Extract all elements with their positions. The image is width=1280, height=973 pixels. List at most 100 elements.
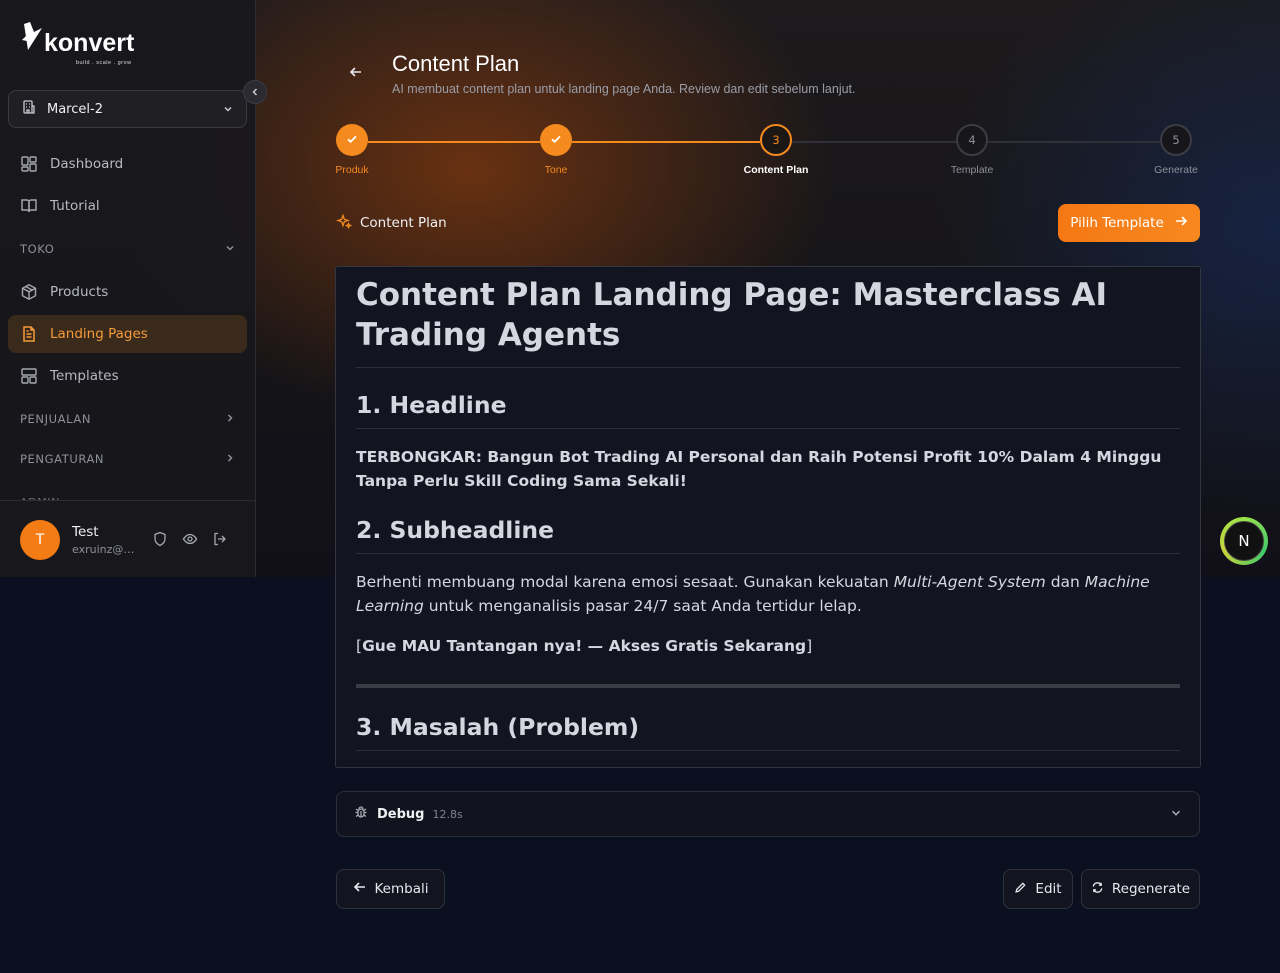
sidebar-item-tutorial[interactable]: Tutorial: [8, 187, 247, 225]
edit-button[interactable]: Edit: [1003, 869, 1073, 909]
assistant-initial: N: [1224, 521, 1264, 561]
sparkles-icon: [336, 213, 353, 233]
avatar[interactable]: T: [20, 520, 60, 560]
chevron-right-icon: [224, 412, 236, 427]
workspace-name: Marcel-2: [47, 101, 103, 117]
shield-icon[interactable]: [152, 531, 168, 547]
section-label: TOKO: [20, 242, 55, 256]
regenerate-button[interactable]: Regenerate: [1081, 869, 1200, 909]
templates-icon: [20, 367, 38, 385]
sidebar-item-label: Dashboard: [50, 156, 124, 172]
logout-icon[interactable]: [212, 531, 228, 547]
arrow-left-icon: [348, 64, 364, 84]
section-title: Content Plan: [360, 215, 447, 231]
sub-em-1: Multi-Agent System: [893, 573, 1046, 591]
check-icon: [549, 132, 563, 149]
logo-mark-icon: [22, 22, 42, 50]
debug-label: Debug: [377, 806, 425, 822]
sidebar-item-label: Landing Pages: [50, 326, 148, 342]
step-1-circle[interactable]: [336, 124, 368, 156]
logo-tagline: build . scale . grow: [76, 60, 132, 66]
pilih-template-button[interactable]: Pilih Template: [1058, 204, 1200, 242]
page-title: Content Plan: [392, 51, 520, 76]
arrow-left-icon: [353, 880, 367, 898]
floating-assistant-button[interactable]: N: [1220, 517, 1268, 565]
button-label: Kembali: [374, 881, 429, 897]
step-4-circle[interactable]: 4: [956, 124, 988, 156]
step-connector: [988, 141, 1160, 143]
sidebar-item-label: Products: [50, 284, 109, 300]
step-1-label: Produk: [335, 164, 369, 176]
button-label: Pilih Template: [1070, 215, 1164, 231]
section-label: PENJUALAN: [20, 412, 92, 426]
sidebar-section-penjualan[interactable]: PENJUALAN: [20, 409, 236, 429]
user-email: exruinz@gmail.com: [72, 543, 138, 556]
logo-text: konvert: [44, 29, 135, 57]
cta-strong: Gue MAU Tantangan nya! — Akses Gratis Se…: [362, 637, 807, 655]
arrow-right-icon: [1174, 214, 1188, 232]
workspace-selector[interactable]: Marcel-2: [8, 90, 247, 128]
step-connector: [792, 141, 956, 143]
building-icon: [21, 99, 37, 119]
sidebar-item-label: Templates: [50, 368, 119, 384]
chevron-down-icon: [1169, 805, 1183, 824]
cta-text: [Gue MAU Tantangan nya! — Akses Gratis S…: [356, 634, 1180, 658]
user-panel: T Test exruinz@gmail.com: [0, 500, 255, 577]
chevron-right-icon: [224, 452, 236, 467]
subheadline-heading: 2. Subheadline: [356, 515, 1180, 554]
problem-heading: 3. Masalah (Problem): [356, 712, 1180, 751]
back-arrow-button[interactable]: [346, 64, 366, 84]
subheadline-text: Berhenti membuang modal karena emosi ses…: [356, 570, 1180, 618]
book-icon: [20, 197, 38, 215]
brand-logo[interactable]: konvert build . scale . grow: [20, 20, 135, 66]
dashboard-icon: [20, 155, 38, 173]
content-plan-document[interactable]: Content Plan Landing Page: Masterclass A…: [335, 266, 1201, 768]
step-3-circle[interactable]: 3: [760, 124, 792, 156]
step-2-label: Tone: [544, 164, 568, 176]
step-2-circle[interactable]: [540, 124, 572, 156]
document-title: Content Plan Landing Page: Masterclass A…: [356, 275, 1180, 368]
sidebar-item-dashboard[interactable]: Dashboard: [8, 145, 247, 183]
document-icon: [20, 325, 38, 343]
chevron-down-icon: [222, 100, 234, 119]
headline-text: TERBONGKAR: Bangun Bot Trading AI Person…: [356, 445, 1180, 493]
headline-strong: TERBONGKAR: Bangun Bot Trading AI Person…: [356, 448, 1162, 490]
divider: [356, 684, 1180, 688]
sidebar-item-landing-pages[interactable]: Landing Pages: [8, 315, 247, 353]
sub-text-3: untuk menganalisis pasar 24/7 saat Anda …: [423, 597, 862, 615]
user-name: Test: [72, 524, 99, 540]
sub-text-1: Berhenti membuang modal karena emosi ses…: [356, 573, 894, 591]
cta-close: ]: [806, 637, 813, 655]
sidebar-section-pengaturan[interactable]: PENGATURAN: [20, 449, 236, 469]
pencil-icon: [1014, 881, 1027, 898]
chevron-down-icon: [224, 242, 236, 257]
check-icon: [345, 132, 359, 149]
step-connector: [572, 141, 760, 143]
sidebar-collapse-button[interactable]: [243, 80, 267, 104]
button-label: Regenerate: [1111, 881, 1191, 897]
step-connector: [368, 141, 540, 143]
bug-icon: [353, 804, 369, 824]
button-label: Edit: [1035, 881, 1062, 897]
sidebar: konvert build . scale . grow Marcel-2 Da…: [0, 0, 256, 577]
sidebar-item-products[interactable]: Products: [8, 273, 247, 311]
step-4-label: Template: [950, 164, 994, 176]
section-label: PENGATURAN: [20, 452, 105, 466]
box-icon: [20, 283, 38, 301]
step-5-circle[interactable]: 5: [1160, 124, 1192, 156]
sub-text-2: dan: [1045, 573, 1085, 591]
section-header: Content Plan: [336, 212, 447, 234]
step-3-label: Content Plan: [743, 164, 809, 176]
headline-heading: 1. Headline: [356, 390, 1180, 429]
eye-icon[interactable]: [182, 531, 198, 547]
chevron-left-icon: [249, 83, 261, 102]
step-5-label: Generate: [1154, 164, 1198, 176]
debug-panel-toggle[interactable]: Debug 12.8s: [336, 791, 1200, 837]
sidebar-item-label: Tutorial: [50, 198, 100, 214]
page-subtitle: AI membuat content plan untuk landing pa…: [392, 82, 856, 96]
kembali-button[interactable]: Kembali: [336, 869, 445, 909]
debug-time: 12.8s: [432, 807, 463, 821]
sidebar-section-toko[interactable]: TOKO: [20, 239, 236, 259]
sidebar-item-templates[interactable]: Templates: [8, 357, 247, 395]
refresh-icon: [1091, 881, 1104, 898]
